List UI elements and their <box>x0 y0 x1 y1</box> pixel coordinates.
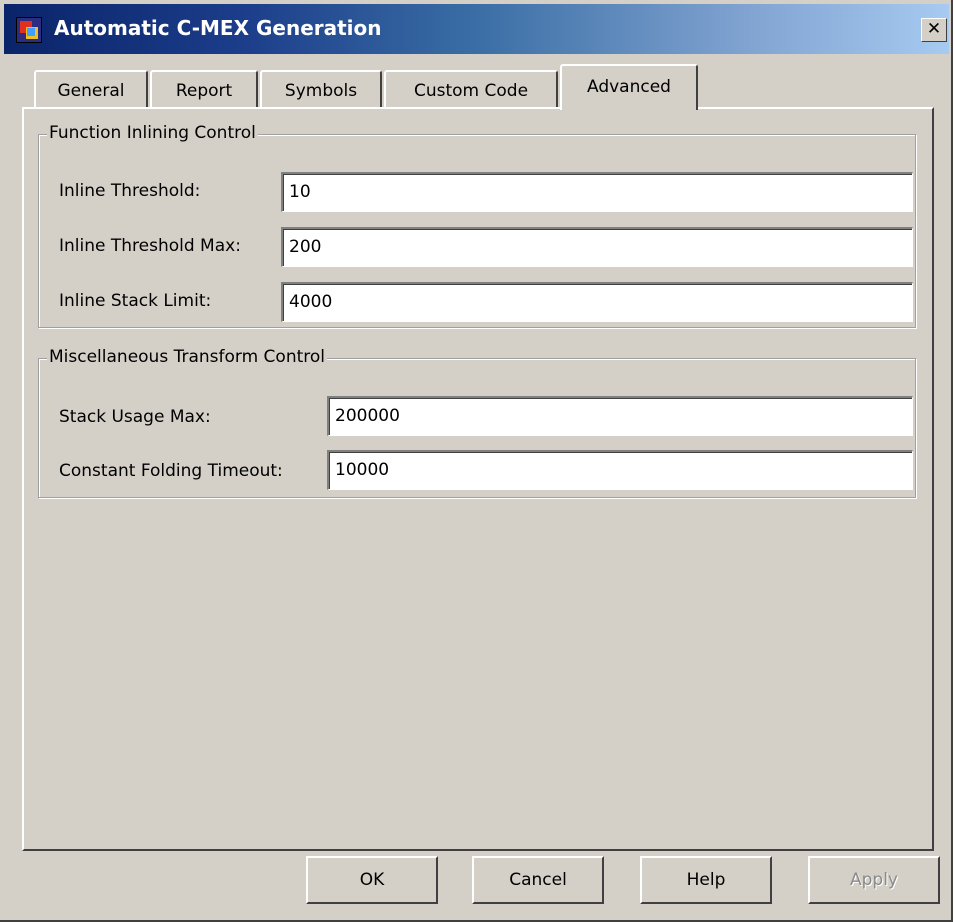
dialog-window: Automatic C-MEX Generation ✕ General Rep… <box>0 0 953 922</box>
function-inlining-group-title: Function Inlining Control <box>47 123 258 143</box>
window-title: Automatic C-MEX Generation <box>54 16 382 40</box>
title-bar[interactable]: Automatic C-MEX Generation <box>4 4 949 54</box>
inline-threshold-max-label: Inline Threshold Max: <box>59 236 241 256</box>
misc-transform-group: Miscellaneous Transform Control Stack Us… <box>38 347 916 498</box>
tab-advanced[interactable]: Advanced <box>560 64 698 110</box>
apply-button[interactable]: Apply <box>808 856 940 904</box>
ok-button[interactable]: OK <box>306 856 438 904</box>
close-button[interactable]: ✕ <box>921 18 947 42</box>
inline-stack-limit-input[interactable]: 4000 <box>281 282 913 322</box>
tab-symbols[interactable]: Symbols <box>260 70 382 110</box>
inline-threshold-input[interactable]: 10 <box>281 172 913 212</box>
constant-folding-timeout-input[interactable]: 10000 <box>327 450 913 490</box>
cancel-button[interactable]: Cancel <box>472 856 604 904</box>
tab-general[interactable]: General <box>34 70 148 110</box>
inline-threshold-label: Inline Threshold: <box>59 181 201 201</box>
inline-threshold-max-input[interactable]: 200 <box>281 227 913 267</box>
constant-folding-timeout-label: Constant Folding Timeout: <box>59 461 283 481</box>
help-button[interactable]: Help <box>640 856 772 904</box>
stack-usage-max-label: Stack Usage Max: <box>59 407 211 427</box>
advanced-tab-panel: Function Inlining Control Inline Thresho… <box>22 107 934 851</box>
misc-transform-group-title: Miscellaneous Transform Control <box>47 347 328 367</box>
inline-stack-limit-label: Inline Stack Limit: <box>59 291 212 311</box>
app-icon <box>16 17 42 43</box>
tab-custom-code[interactable]: Custom Code <box>384 70 558 110</box>
function-inlining-group: Function Inlining Control Inline Thresho… <box>38 123 916 328</box>
stack-usage-max-input[interactable]: 200000 <box>327 396 913 436</box>
tab-report[interactable]: Report <box>150 70 258 110</box>
